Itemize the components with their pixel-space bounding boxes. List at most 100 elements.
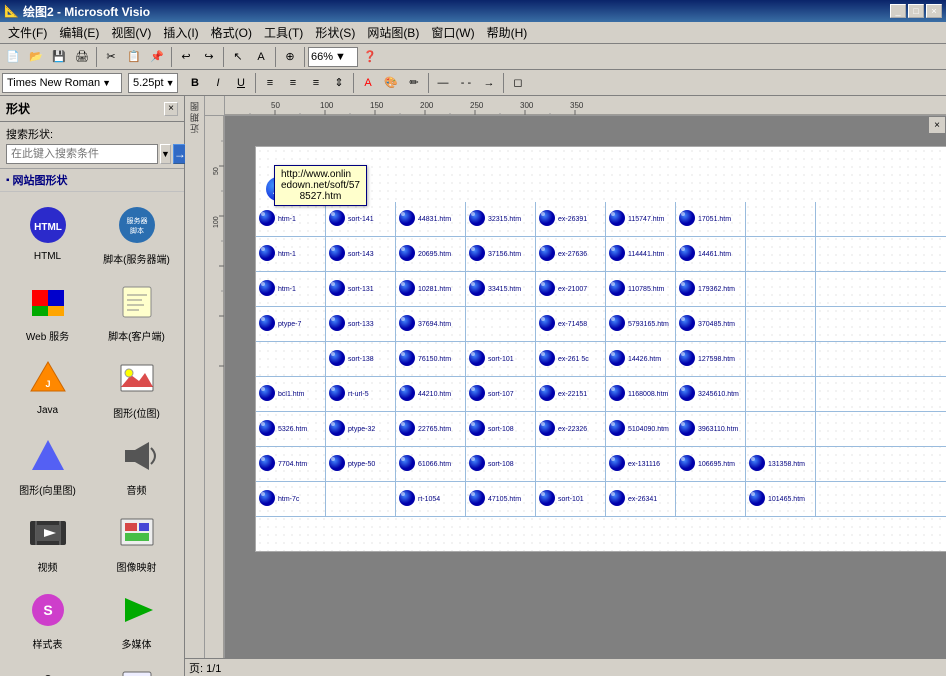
zoom-dropdown[interactable]: 66% ▼ bbox=[308, 47, 358, 67]
canvas-cell-3-4[interactable]: ex-71458 bbox=[536, 307, 606, 341]
shape-server-script[interactable]: 服务器 脚本 脚本(服务器端) bbox=[93, 196, 180, 271]
undo-button[interactable]: ↩ bbox=[175, 46, 197, 68]
canvas-cell-5-4[interactable]: ex-22151 bbox=[536, 377, 606, 411]
canvas-cell-1-2[interactable]: 20695.htm bbox=[396, 237, 466, 271]
search-input[interactable] bbox=[6, 144, 158, 164]
canvas-cell-8-3[interactable]: 47105.htm bbox=[466, 482, 536, 516]
line-arrow[interactable]: → bbox=[478, 72, 500, 94]
fill-color[interactable]: 🎨 bbox=[380, 72, 402, 94]
pointer-button[interactable]: ↖ bbox=[227, 46, 249, 68]
canvas-cell-2-6[interactable]: 179362.htm bbox=[676, 272, 746, 306]
copy-button[interactable]: 📋 bbox=[123, 46, 145, 68]
font-size-dropdown[interactable]: 5.25pt ▼ bbox=[128, 73, 178, 93]
canvas-cell-6-2[interactable]: 22765.htm bbox=[396, 412, 466, 446]
menu-window[interactable]: 窗口(W) bbox=[425, 22, 480, 43]
new-button[interactable]: 📄 bbox=[2, 46, 24, 68]
menu-edit[interactable]: 编辑(E) bbox=[53, 22, 105, 43]
canvas-cell-0-3[interactable]: 32315.htm bbox=[466, 202, 536, 236]
canvas-cell-0-7[interactable] bbox=[746, 202, 816, 236]
canvas-cell-4-5[interactable]: 14426.htm bbox=[606, 342, 676, 376]
canvas-cell-4-7[interactable] bbox=[746, 342, 816, 376]
minimize-button[interactable]: _ bbox=[890, 4, 906, 18]
canvas-cell-1-5[interactable]: 114441.htm bbox=[606, 237, 676, 271]
align-center[interactable]: ≡ bbox=[282, 72, 304, 94]
redo-button[interactable]: ↪ bbox=[198, 46, 220, 68]
bold-button[interactable]: B bbox=[184, 72, 206, 94]
menu-help[interactable]: 帮助(H) bbox=[481, 22, 534, 43]
canvas-cell-1-0[interactable]: htm-1 bbox=[256, 237, 326, 271]
cut-button[interactable]: ✂ bbox=[100, 46, 122, 68]
menu-tools[interactable]: 工具(T) bbox=[258, 22, 309, 43]
canvas-cell-3-6[interactable]: 370485.htm bbox=[676, 307, 746, 341]
canvas-cell-4-1[interactable]: sort-138 bbox=[326, 342, 396, 376]
menu-shapes[interactable]: 形状(S) bbox=[309, 22, 361, 43]
canvas-cell-5-1[interactable]: rt-url-5 bbox=[326, 377, 396, 411]
canvas-cell-1-1[interactable]: sort-143 bbox=[326, 237, 396, 271]
line-weight[interactable]: — bbox=[432, 72, 454, 94]
shape-web-service[interactable]: Web 服务 bbox=[4, 273, 91, 348]
menu-format[interactable]: 格式(O) bbox=[205, 22, 258, 43]
canvas-close-button[interactable]: × bbox=[928, 116, 946, 134]
shadow[interactable]: ◻ bbox=[507, 72, 529, 94]
save-button[interactable]: 💾 bbox=[48, 46, 70, 68]
canvas-cell-0-0[interactable]: htm-1 bbox=[256, 202, 326, 236]
canvas-cell-4-6[interactable]: 127598.htm bbox=[676, 342, 746, 376]
canvas-cell-0-1[interactable]: sort-141 bbox=[326, 202, 396, 236]
canvas-cell-4-4[interactable]: ex-261 5c bbox=[536, 342, 606, 376]
canvas-cell-2-4[interactable]: ex-21007 bbox=[536, 272, 606, 306]
shape-plugin[interactable]: ✿ 插件 bbox=[4, 658, 91, 676]
canvas-cell-8-0[interactable]: htm-7c bbox=[256, 482, 326, 516]
shape-stylesheet[interactable]: S 样式表 bbox=[4, 581, 91, 656]
canvas-cell-8-2[interactable]: rt-1054 bbox=[396, 482, 466, 516]
canvas-cell-5-6[interactable]: 3245610.htm bbox=[676, 377, 746, 411]
connect-button[interactable]: ⊕ bbox=[279, 46, 301, 68]
menu-insert[interactable]: 插入(I) bbox=[157, 22, 204, 43]
canvas-cell-1-4[interactable]: ex-27636 bbox=[536, 237, 606, 271]
shape-multimedia[interactable]: 多媒体 bbox=[93, 581, 180, 656]
shape-bitmap[interactable]: 图形(位图) bbox=[93, 350, 180, 425]
maximize-button[interactable]: □ bbox=[908, 4, 924, 18]
canvas-cell-2-0[interactable]: htm-1 bbox=[256, 272, 326, 306]
search-dropdown-button[interactable]: ▼ bbox=[160, 144, 171, 164]
align-right[interactable]: ≡ bbox=[305, 72, 327, 94]
canvas-cell-1-6[interactable]: 14461.htm bbox=[676, 237, 746, 271]
canvas-cell-2-1[interactable]: sort-131 bbox=[326, 272, 396, 306]
canvas-cell-5-5[interactable]: 1168008.htm bbox=[606, 377, 676, 411]
canvas-cell-0-6[interactable]: 17051.htm bbox=[676, 202, 746, 236]
menu-file[interactable]: 文件(F) bbox=[2, 22, 53, 43]
italic-button[interactable]: I bbox=[207, 72, 229, 94]
canvas-cell-2-3[interactable]: 33415.htm bbox=[466, 272, 536, 306]
text-button[interactable]: A bbox=[250, 46, 272, 68]
canvas-cell-6-0[interactable]: 5326.htm bbox=[256, 412, 326, 446]
canvas-cell-3-1[interactable]: sort-133 bbox=[326, 307, 396, 341]
open-button[interactable]: 📂 bbox=[25, 46, 47, 68]
title-controls[interactable]: _ □ × bbox=[890, 4, 942, 18]
canvas-cell-5-7[interactable] bbox=[746, 377, 816, 411]
canvas-cell-7-6[interactable]: 106695.htm bbox=[676, 447, 746, 481]
canvas-cell-1-3[interactable]: 37156.htm bbox=[466, 237, 536, 271]
help-button[interactable]: ❓ bbox=[359, 46, 381, 68]
canvas-cell-3-0[interactable]: ptype-7 bbox=[256, 307, 326, 341]
shape-html[interactable]: HTML HTML bbox=[4, 196, 91, 271]
canvas-cell-5-3[interactable]: sort-107 bbox=[466, 377, 536, 411]
close-button[interactable]: × bbox=[926, 4, 942, 18]
line-spacing[interactable]: ⇕ bbox=[328, 72, 350, 94]
line-color[interactable]: ✏ bbox=[403, 72, 425, 94]
shape-client-script[interactable]: 脚本(客户端) bbox=[93, 273, 180, 348]
canvas-cell-4-3[interactable]: sort-101 bbox=[466, 342, 536, 376]
font-color[interactable]: A bbox=[357, 72, 379, 94]
canvas-cell-6-6[interactable]: 3963110.htm bbox=[676, 412, 746, 446]
canvas-cell-1-7[interactable] bbox=[746, 237, 816, 271]
canvas-cell-8-1[interactable] bbox=[326, 482, 396, 516]
canvas-cell-6-3[interactable]: sort-108 bbox=[466, 412, 536, 446]
shape-vector[interactable]: 图形(向里图) bbox=[4, 427, 91, 502]
shape-xml[interactable]: </> XML bbox=[93, 658, 180, 676]
canvas-cell-7-1[interactable]: ptype-50 bbox=[326, 447, 396, 481]
canvas-cell-6-4[interactable]: ex-22326 bbox=[536, 412, 606, 446]
canvas-cell-6-5[interactable]: 5104090.htm bbox=[606, 412, 676, 446]
canvas-cell-8-7[interactable]: 101465.htm bbox=[746, 482, 816, 516]
shape-category[interactable]: ▪ 网站图形状 bbox=[0, 169, 184, 192]
align-left[interactable]: ≡ bbox=[259, 72, 281, 94]
shape-java[interactable]: J Java bbox=[4, 350, 91, 425]
shape-imagemap[interactable]: 图像映射 bbox=[93, 504, 180, 579]
